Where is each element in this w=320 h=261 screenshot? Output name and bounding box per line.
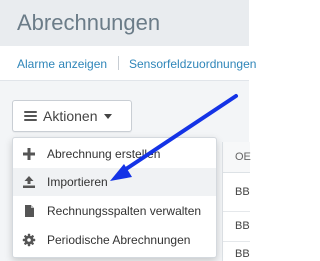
menu-item-periodic-invoices[interactable]: Periodische Abrechnungen <box>13 226 216 254</box>
sub-navigation: Alarme anzeigen Sensorfeldzuordnungen <box>0 46 256 81</box>
menu-item-label: Periodische Abrechnungen <box>47 233 191 247</box>
table-cell: BB <box>235 220 250 232</box>
table-cell: BB <box>235 186 250 198</box>
menu-item-import[interactable]: Importieren <box>13 168 216 196</box>
page-title: Abrechnungen <box>17 10 161 35</box>
column-header[interactable]: OE <box>235 151 251 163</box>
table-cell: BB <box>235 248 250 260</box>
gear-icon <box>22 233 36 247</box>
data-table: OE BB BB BB <box>222 142 251 261</box>
actions-dropdown-button[interactable]: Aktionen <box>12 100 132 132</box>
subnav-divider <box>118 56 119 70</box>
upload-icon <box>23 176 35 188</box>
actions-dropdown-menu: Abrechnung erstellen Importieren Rechnun… <box>12 137 217 258</box>
menu-item-label: Abrechnung erstellen <box>47 147 161 161</box>
row-divider <box>223 211 250 212</box>
menu-item-label: Rechnungsspalten verwalten <box>47 204 202 218</box>
menu-item-manage-invoice-columns[interactable]: Rechnungsspalten verwalten <box>13 197 216 225</box>
hamburger-icon <box>24 111 37 122</box>
caret-down-icon <box>104 114 112 119</box>
actions-label: Aktionen <box>43 108 98 124</box>
plus-icon <box>23 148 35 160</box>
document-icon <box>25 205 34 217</box>
page-header: Abrechnungen <box>0 0 249 46</box>
sensor-field-assignments-link[interactable]: Sensorfeldzuordnungen <box>129 57 256 71</box>
row-divider <box>223 241 250 242</box>
menu-item-create-invoice[interactable]: Abrechnung erstellen <box>13 140 216 168</box>
alarms-link[interactable]: Alarme anzeigen <box>17 57 107 71</box>
table-header: OE <box>223 142 251 173</box>
menu-item-label: Importieren <box>47 175 108 189</box>
